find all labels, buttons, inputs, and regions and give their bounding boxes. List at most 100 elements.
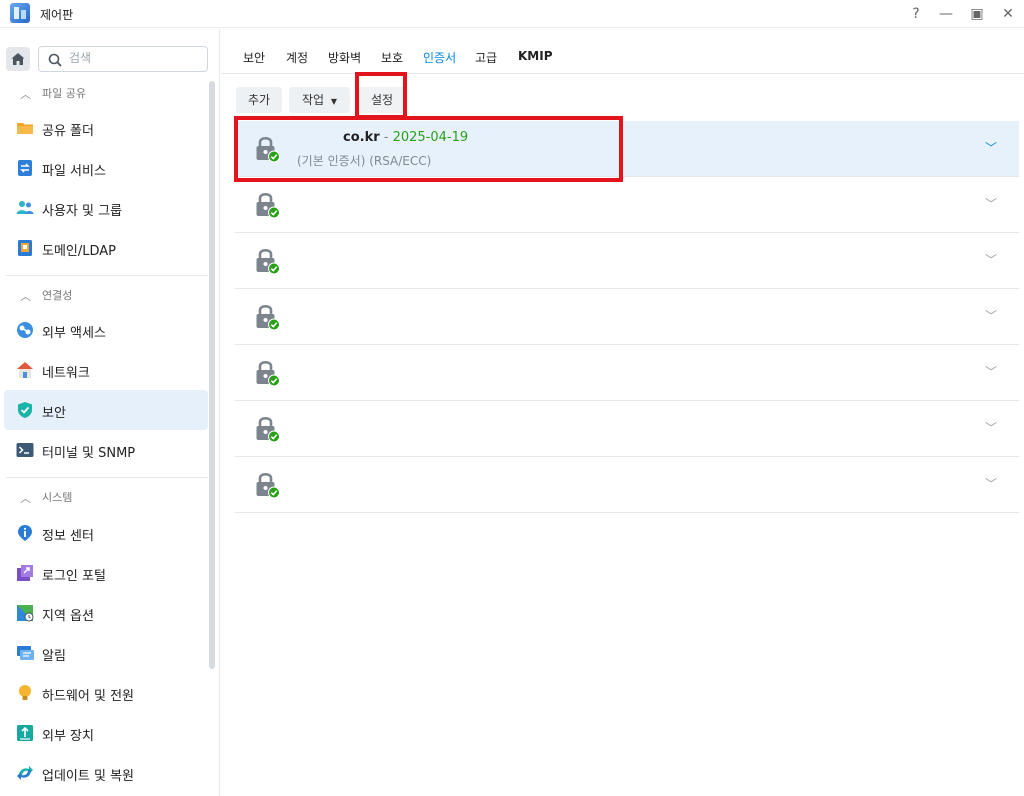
search-icon [48,53,62,67]
settings-highlight-box [355,72,407,119]
search-box[interactable] [38,46,208,72]
action-button-label: 작업 [301,93,325,107]
chevron-down-icon[interactable]: ﹀ [985,475,997,492]
sidebar-item-label: 네트워크 [42,366,90,381]
sidebar-item-label: 알림 [42,649,66,664]
sidebar-item-label: 정보 센터 [42,529,94,544]
control-panel-app-icon [10,3,30,23]
sidebar-item-file-services[interactable]: 파일 서비스 [4,148,208,188]
home-icon [11,53,25,65]
certificate-lock-icon [256,416,280,443]
sidebar-item-label: 업데이트 및 복원 [42,769,134,784]
tab-kmip[interactable]: KMIP [518,49,553,63]
sidebar-item-network[interactable]: 네트워크 [4,350,208,390]
certificate-row[interactable]: ﹀ [235,457,1019,513]
sidebar-item-info-center[interactable]: 정보 센터 [4,513,208,553]
sidebar-item-external-devices[interactable]: 외부 장치 [4,713,208,753]
close-button[interactable]: ✕ [996,2,1020,26]
external-access-icon [17,322,33,338]
chevron-down-icon[interactable]: ﹀ [985,251,997,268]
sidebar-item-label: 터미널 및 SNMP [42,446,136,461]
chevron-down-icon[interactable]: ﹀ [985,363,997,380]
chevron-up-icon: ︿ [20,88,31,101]
minimize-button[interactable]: — [934,2,958,26]
sidebar-item-hardware-power[interactable]: 하드웨어 및 전원 [4,673,208,713]
sidebar-item-label: 파일 서비스 [42,164,106,179]
tab-certificate[interactable]: 인증서 [423,49,456,66]
folder-icon [17,123,33,134]
search-input[interactable] [69,51,199,65]
notification-icon [17,646,34,660]
certificate-row[interactable]: ﹀ [235,289,1019,345]
tab-security[interactable]: 보안 [243,49,265,66]
tab-bar: 보안 계정 방화벽 보호 인증서 고급 KMIP [221,29,1024,74]
chevron-down-icon[interactable]: ﹀ [985,419,997,436]
sidebar-item-label: 외부 장치 [42,729,94,744]
sidebar-item-external-access[interactable]: 외부 액세스 [4,310,208,350]
caret-down-icon: ▼ [330,97,338,106]
section-label: 파일 공유 [42,87,86,100]
home-button[interactable] [6,47,30,71]
window-title: 제어판 [40,8,74,22]
help-button[interactable]: ? [904,2,928,26]
action-dropdown-button[interactable]: 작업 ▼ [289,87,350,113]
section-label: 시스템 [42,491,73,504]
tab-firewall[interactable]: 방화벽 [328,49,361,66]
chevron-down-icon[interactable]: ﹀ [985,307,997,324]
sidebar: ︿ 파일 공유 공유 폴더 파일 서비스 사용자 및 그룹 도메인/LDAP [0,29,220,796]
sidebar-item-login-portal[interactable]: 로그인 포털 [4,553,208,593]
certificate-lock-icon [256,360,280,387]
sidebar-item-label: 외부 액세스 [42,326,106,341]
sidebar-item-terminal-snmp[interactable]: 터미널 및 SNMP [4,430,208,470]
certificate-highlight-box [234,116,623,182]
sidebar-item-label: 로그인 포털 [42,569,106,584]
sidebar-item-notifications[interactable]: 알림 [4,633,208,673]
sidebar-item-security[interactable]: 보안 [4,390,208,430]
title-bar: 제어판 ? — ▣ ✕ [0,0,1024,28]
tab-account[interactable]: 계정 [286,49,308,66]
chevron-up-icon: ︿ [20,492,31,505]
section-label: 연결성 [42,289,73,302]
certificate-lock-icon [256,248,280,275]
lightbulb-icon [19,685,31,700]
sidebar-item-regional-options[interactable]: 지역 옵션 [4,593,208,633]
sidebar-item-label: 하드웨어 및 전원 [42,689,134,704]
tab-protection[interactable]: 보호 [381,49,403,66]
section-file-sharing[interactable]: ︿ 파일 공유 [0,81,208,105]
add-button-label: 추가 [247,93,271,107]
info-icon [18,525,32,541]
certificate-row[interactable]: ﹀ [235,345,1019,401]
section-divider [6,275,208,276]
main-panel: 보안 계정 방화벽 보호 인증서 고급 KMIP 추가 작업 ▼ 설정 co.k… [221,29,1024,796]
sidebar-item-users-groups[interactable]: 사용자 및 그룹 [4,188,208,228]
add-button[interactable]: 추가 [236,87,282,113]
sidebar-item-label: 지역 옵션 [42,609,94,624]
shield-icon [18,402,32,418]
domain-ldap-icon [18,240,32,256]
sidebar-item-shared-folder[interactable]: 공유 폴더 [4,108,208,148]
section-divider [6,477,208,478]
users-icon [16,201,34,214]
certificate-row[interactable]: ﹀ [235,177,1019,233]
certificate-row[interactable]: ﹀ [235,233,1019,289]
sidebar-item-label: 공유 폴더 [42,124,94,139]
external-device-icon [17,725,33,741]
chevron-up-icon: ︿ [20,290,31,303]
chevron-down-icon[interactable]: ﹀ [985,195,997,212]
section-connectivity[interactable]: ︿ 연결성 [0,283,208,307]
certificate-row[interactable]: ﹀ [235,401,1019,457]
file-services-icon [18,160,32,176]
update-icon [17,766,33,780]
maximize-button[interactable]: ▣ [965,2,989,26]
sidebar-item-domain-ldap[interactable]: 도메인/LDAP [4,228,208,268]
sidebar-scrollbar[interactable] [209,81,215,669]
certificate-lock-icon [256,304,280,331]
terminal-icon [16,443,34,457]
chevron-down-icon[interactable]: ﹀ [985,139,997,156]
section-system[interactable]: ︿ 시스템 [0,485,208,509]
certificate-lock-icon [256,192,280,219]
sidebar-item-label: 보안 [42,406,66,421]
tab-advanced[interactable]: 고급 [475,49,497,66]
certificate-lock-icon [256,472,280,499]
sidebar-item-update-restore[interactable]: 업데이트 및 복원 [4,753,208,793]
